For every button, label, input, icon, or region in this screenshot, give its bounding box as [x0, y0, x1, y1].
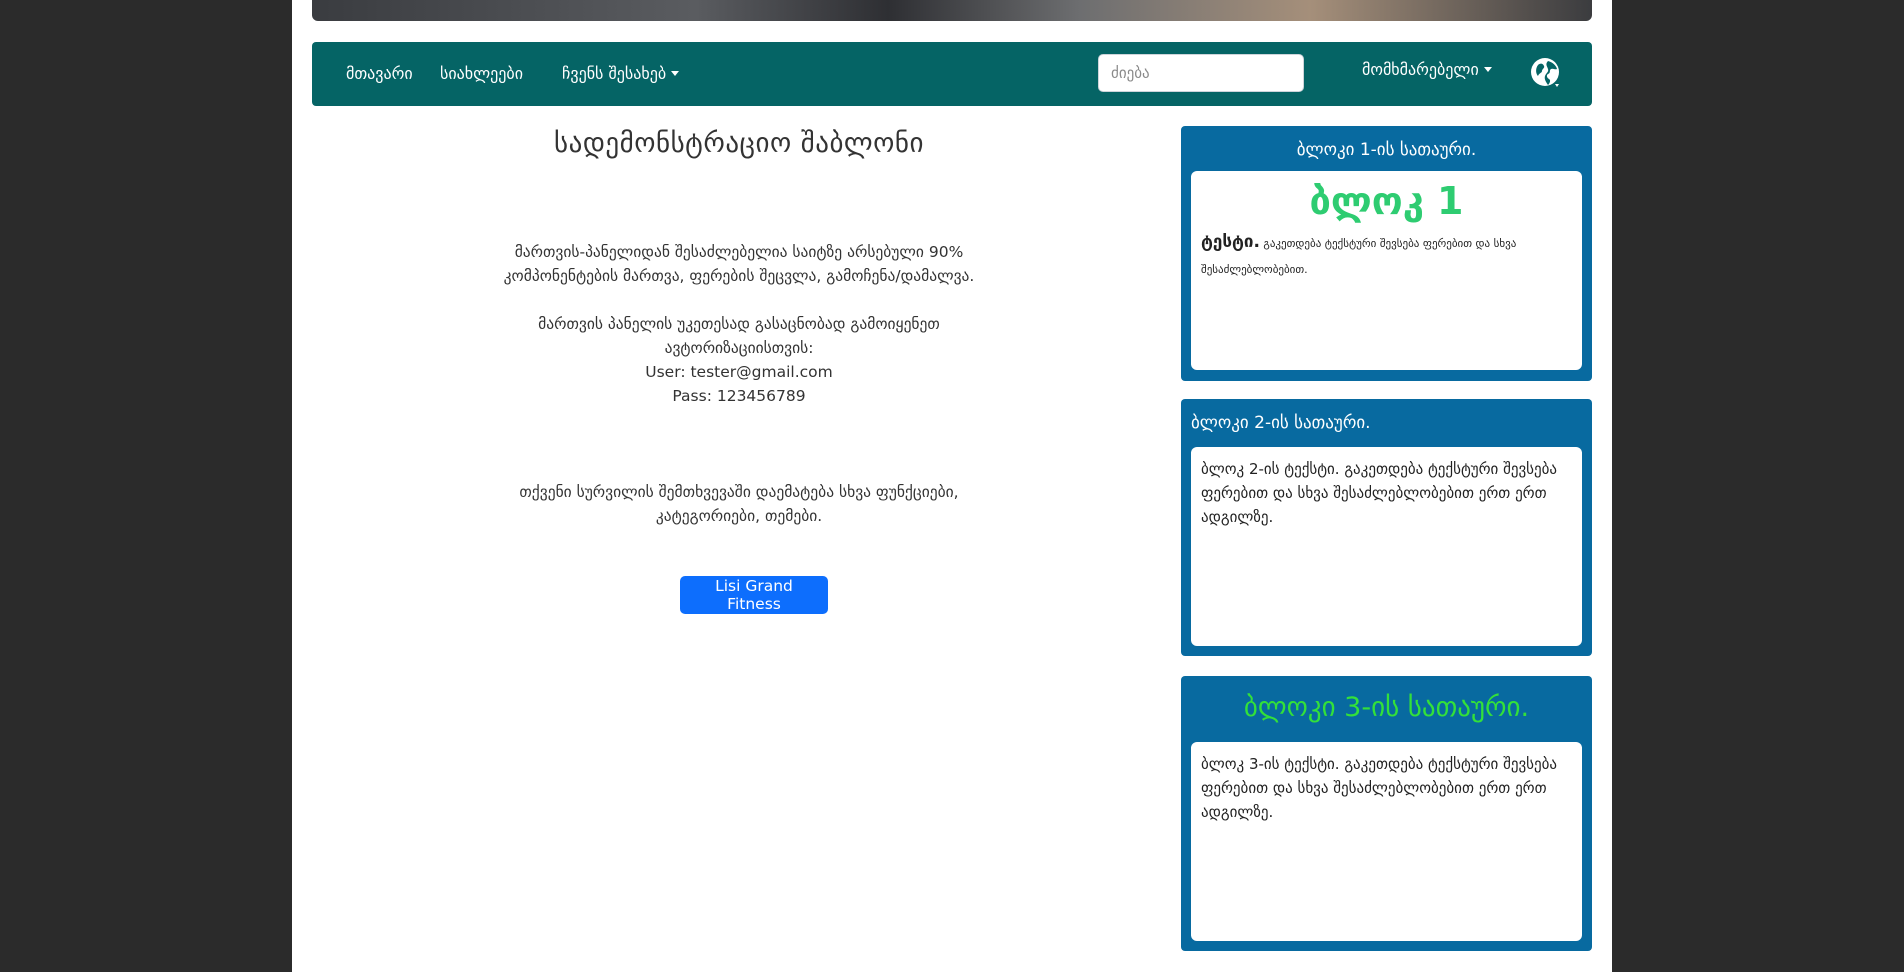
page: მთავარი სიახლეები ჩვენს შესახებ მომხმარე…: [292, 0, 1612, 972]
globe-icon: [1531, 58, 1559, 87]
user-label: მომხმარებელი: [1362, 60, 1479, 79]
header-banner-image: [312, 0, 1592, 21]
lisi-grand-fitness-button[interactable]: Lisi Grand Fitness: [680, 576, 828, 614]
block-1-bold: ტესტი.: [1201, 232, 1260, 252]
search-input[interactable]: [1098, 54, 1304, 92]
login-info: მართვის პანელის უკეთესად გასაცნობად გამო…: [472, 312, 1006, 408]
block-3-heading: ბლოკი 3-ის სათაური.: [1243, 692, 1530, 723]
nav-about-dropdown[interactable]: ჩვენს შესახებ: [562, 64, 680, 84]
intro-paragraph: მართვის-პანელიდან შესაძლებელია საიტზე არ…: [503, 243, 975, 285]
nav-news[interactable]: სიახლეები: [440, 64, 523, 84]
block-1-body: ბლოკ 1 ტესტი. გაკეთდება ტექსტური შევსება…: [1191, 171, 1582, 370]
features-paragraph: თქვენი სურვილის შემთხვევაში დაემატება სხ…: [519, 483, 959, 525]
chevron-down-icon: [1483, 67, 1492, 72]
block-3: ბლოკი 3-ის სათაური. ბლოკ 3-ის ტექსტი. გა…: [1181, 676, 1592, 951]
page-title: სადემონსტრაციო შაბლონი: [554, 128, 924, 159]
block-2-heading: ბლოკი 2-ის სათაური.: [1191, 413, 1371, 433]
chevron-down-icon: [671, 71, 680, 76]
block-2: ბლოკი 2-ის სათაური. ბლოკ 2-ის ტექსტი. გა…: [1181, 399, 1592, 656]
block-1: ბლოკი 1-ის სათაური. ბლოკ 1 ტესტი. გაკეთდ…: [1181, 126, 1592, 381]
login-user: User: tester@gmail.com: [645, 363, 833, 381]
login-pass: Pass: 123456789: [672, 387, 806, 405]
nav-about-label: ჩვენს შესახებ: [562, 64, 667, 83]
block-2-body: ბლოკ 2-ის ტექსტი. გაკეთდება ტექსტური შევ…: [1191, 447, 1582, 646]
navbar: მთავარი სიახლეები ჩვენს შესახებ მომხმარე…: [312, 42, 1592, 106]
block-1-heading: ბლოკი 1-ის სათაური.: [1296, 140, 1477, 160]
nav-home[interactable]: მთავარი: [346, 64, 413, 84]
language-dropdown[interactable]: [1530, 57, 1564, 91]
user-dropdown[interactable]: მომხმარებელი: [1362, 60, 1492, 80]
block-1-text: ტესტი. გაკეთდება ტექსტური შევსება ფერები…: [1201, 229, 1572, 283]
block-3-body: ბლოკ 3-ის ტექსტი. გაკეთდება ტექსტური შევ…: [1191, 742, 1582, 941]
login-info-text: მართვის პანელის უკეთესად გასაცნობად გამო…: [538, 315, 940, 357]
block-1-big-title: ბლოკ 1: [1309, 179, 1464, 223]
